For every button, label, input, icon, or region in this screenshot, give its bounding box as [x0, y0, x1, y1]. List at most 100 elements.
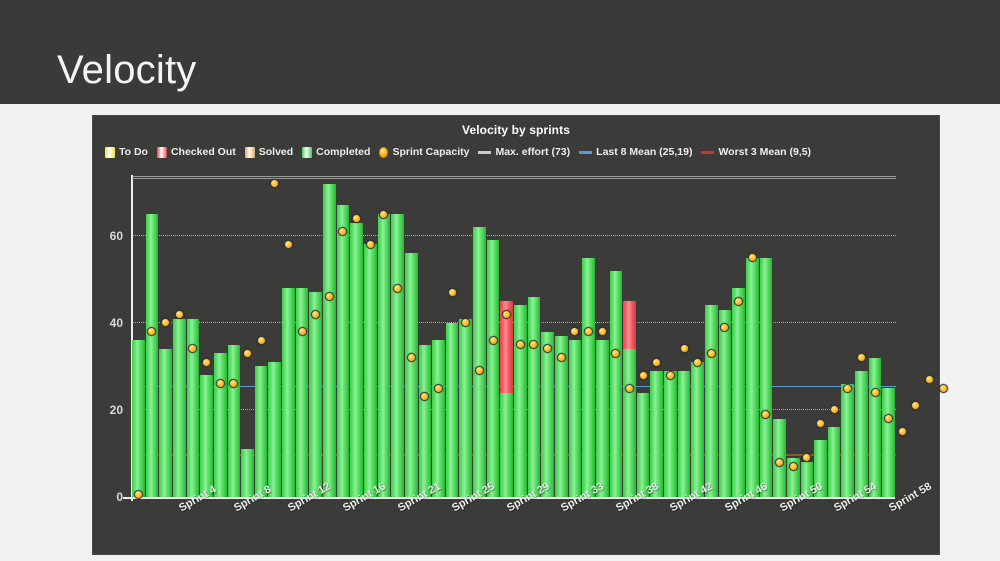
- bar-segment-completed: [377, 214, 391, 497]
- sprint-capacity-dot[interactable]: [870, 388, 880, 398]
- sprint-capacity-dot[interactable]: [406, 353, 416, 363]
- sprint-capacity-dot[interactable]: [447, 287, 457, 297]
- sprint-capacity-dot[interactable]: [925, 374, 935, 384]
- bar-column[interactable]: [664, 177, 677, 497]
- sprint-capacity-dot[interactable]: [488, 335, 498, 345]
- sprint-capacity-dot[interactable]: [556, 353, 566, 363]
- sprint-capacity-dot[interactable]: [706, 348, 716, 358]
- bar-column[interactable]: [773, 177, 786, 497]
- sprint-capacity-dot[interactable]: [256, 335, 266, 345]
- bar-column[interactable]: [172, 177, 186, 497]
- bar-column[interactable]: [595, 177, 609, 497]
- bar-column[interactable]: [800, 177, 814, 497]
- sprint-capacity-dot[interactable]: [352, 213, 362, 223]
- bar-column[interactable]: [759, 177, 773, 497]
- sprint-capacity-dot[interactable]: [652, 357, 662, 367]
- bar-column[interactable]: [145, 177, 159, 497]
- bar-column[interactable]: [227, 177, 241, 497]
- sprint-capacity-dot[interactable]: [815, 418, 825, 428]
- sprint-capacity-dot[interactable]: [665, 370, 675, 380]
- bar-column[interactable]: [268, 177, 282, 497]
- bar-column[interactable]: [814, 177, 827, 497]
- sprint-capacity-dot[interactable]: [283, 239, 293, 249]
- bar-column[interactable]: [827, 177, 841, 497]
- bar-segment-completed: [159, 348, 172, 497]
- bar-column[interactable]: [200, 177, 213, 497]
- bar-column[interactable]: [677, 177, 691, 497]
- sprint-capacity-dot[interactable]: [297, 327, 307, 337]
- bar-column[interactable]: [527, 177, 541, 497]
- sprint-capacity-dot[interactable]: [897, 427, 907, 437]
- bar-column[interactable]: [882, 177, 896, 497]
- bar-segment-completed: [705, 305, 718, 497]
- sprint-capacity-dot[interactable]: [597, 327, 607, 337]
- sprint-capacity-dot[interactable]: [747, 253, 757, 263]
- bar-column[interactable]: [404, 177, 418, 497]
- bar-column[interactable]: [282, 177, 295, 497]
- sprint-capacity-dot[interactable]: [788, 462, 798, 472]
- bar-column[interactable]: [718, 177, 732, 497]
- bar-column[interactable]: [132, 177, 145, 497]
- bar-column[interactable]: [855, 177, 868, 497]
- sprint-capacity-dot[interactable]: [843, 383, 853, 393]
- bar-column[interactable]: [786, 177, 800, 497]
- bar-column[interactable]: [241, 177, 254, 497]
- bar-column[interactable]: [323, 177, 336, 497]
- bar-column[interactable]: [363, 177, 377, 497]
- bar-segment-completed: [391, 214, 404, 497]
- bar-column[interactable]: [868, 177, 882, 497]
- bar-column[interactable]: [391, 177, 404, 497]
- bar-column[interactable]: [745, 177, 759, 497]
- sprint-capacity-dot[interactable]: [734, 296, 744, 306]
- sprint-capacity-dot[interactable]: [393, 283, 403, 293]
- bar-column[interactable]: [432, 177, 445, 497]
- bar-column[interactable]: [541, 177, 554, 497]
- bar-column[interactable]: [336, 177, 350, 497]
- bar-column[interactable]: [609, 177, 623, 497]
- bar-column[interactable]: [459, 177, 473, 497]
- sprint-capacity-dot[interactable]: [638, 370, 648, 380]
- sprint-capacity-dot[interactable]: [775, 457, 785, 467]
- velocity-chart-panel: Velocity by sprints To Do Checked Out Solv…: [92, 115, 948, 555]
- sprint-capacity-dot[interactable]: [311, 309, 321, 319]
- bar-column[interactable]: [636, 177, 650, 497]
- sprint-capacity-dot[interactable]: [938, 383, 948, 393]
- bar-segment-completed: [691, 362, 705, 497]
- bar-column[interactable]: [186, 177, 200, 497]
- bar-segment-completed: [500, 392, 514, 497]
- bar-column[interactable]: [213, 177, 227, 497]
- sprint-capacity-dot[interactable]: [242, 348, 252, 358]
- bar-column[interactable]: [350, 177, 363, 497]
- bar-column[interactable]: [309, 177, 323, 497]
- sprint-capacity-dot[interactable]: [693, 357, 703, 367]
- sprint-capacity-dot[interactable]: [202, 357, 212, 367]
- sprint-capacity-dot[interactable]: [379, 209, 389, 219]
- sprint-capacity-dot[interactable]: [215, 379, 225, 389]
- bar-column[interactable]: [295, 177, 309, 497]
- bar-column[interactable]: [514, 177, 527, 497]
- bar-column[interactable]: [705, 177, 718, 497]
- bar-column[interactable]: [418, 177, 432, 497]
- bar-column[interactable]: [159, 177, 172, 497]
- bar-column[interactable]: [691, 177, 705, 497]
- bar-column[interactable]: [500, 177, 514, 497]
- bar-column[interactable]: [473, 177, 486, 497]
- bar-column[interactable]: [445, 177, 459, 497]
- sprint-capacity-dot[interactable]: [515, 340, 525, 350]
- bar-column[interactable]: [623, 177, 636, 497]
- bar-segment-completed: [882, 388, 896, 497]
- sprint-capacity-dot[interactable]: [433, 383, 443, 393]
- sprint-capacity-dot[interactable]: [502, 309, 512, 319]
- sprint-capacity-dot[interactable]: [624, 383, 634, 393]
- bar-segment-completed: [132, 340, 145, 497]
- bar-column[interactable]: [582, 177, 595, 497]
- bar-column[interactable]: [841, 177, 855, 497]
- bar-column[interactable]: [554, 177, 568, 497]
- bar-column[interactable]: [568, 177, 582, 497]
- bar-column[interactable]: [377, 177, 391, 497]
- sprint-capacity-dot[interactable]: [911, 401, 921, 411]
- sprint-capacity-dot[interactable]: [174, 309, 184, 319]
- bar-column[interactable]: [650, 177, 664, 497]
- sprint-capacity-dot[interactable]: [365, 239, 375, 249]
- bar-column[interactable]: [732, 177, 745, 497]
